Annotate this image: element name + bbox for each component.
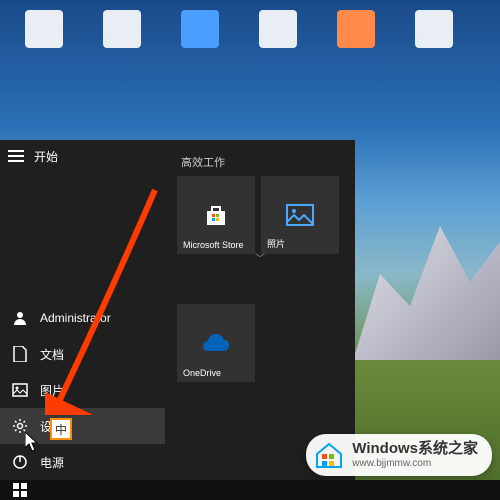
tile-microsoft-store[interactable]: Microsoft Store: [177, 176, 255, 254]
pictures-label: 图片: [40, 382, 64, 399]
ime-text: 中: [55, 421, 67, 438]
watermark-logo-icon: [314, 440, 344, 470]
tile-photos[interactable]: 照片: [261, 176, 339, 254]
user-label: Administrator: [40, 311, 111, 325]
wallpaper-mountain: [350, 210, 500, 370]
power-icon: [12, 454, 28, 470]
photos-icon: [284, 199, 316, 231]
watermark-url: www.bjjmmw.com: [352, 458, 478, 469]
desktop-icon[interactable]: [20, 10, 68, 70]
ime-indicator[interactable]: 中: [50, 418, 72, 440]
sidebar-item-power[interactable]: 电源: [0, 444, 165, 480]
tile-onedrive[interactable]: OneDrive: [177, 304, 255, 382]
chevron-down-icon[interactable]: ﹀: [255, 250, 265, 265]
desktop-icon[interactable]: [254, 10, 302, 70]
power-label: 电源: [40, 454, 64, 471]
documents-label: 文档: [40, 346, 64, 363]
start-menu-tiles-area: 高效工作 Microsoft Store 照片 ﹀ OneDrive: [165, 140, 355, 480]
tile-label: 照片: [267, 237, 285, 250]
desktop-icons-row: [0, 0, 500, 140]
watermark-badge: Windows系统之家 www.bjjmmw.com: [306, 434, 492, 476]
tile-label: OneDrive: [183, 368, 221, 378]
sidebar-item-documents[interactable]: 文档: [0, 336, 165, 372]
watermark-title: Windows系统之家: [352, 441, 478, 458]
pictures-icon: [12, 382, 28, 398]
wallpaper-grass: [350, 360, 500, 500]
tile-group-title: 高效工作: [177, 148, 343, 176]
store-icon: [200, 199, 232, 231]
desktop-icon[interactable]: [176, 10, 224, 70]
document-icon: [12, 346, 28, 362]
desktop-icon[interactable]: [332, 10, 380, 70]
onedrive-icon: [200, 327, 232, 359]
sidebar-item-user[interactable]: Administrator: [0, 300, 165, 336]
taskbar: [0, 480, 500, 500]
windows-logo-icon: [13, 483, 27, 497]
start-menu-left-rail: Administrator 文档 图片 设置: [0, 140, 165, 480]
desktop-icon[interactable]: [410, 10, 458, 70]
start-button[interactable]: [0, 480, 40, 500]
tile-label: Microsoft Store: [183, 240, 244, 250]
sidebar-item-pictures[interactable]: 图片: [0, 372, 165, 408]
sidebar-item-settings[interactable]: 设置: [0, 408, 165, 444]
user-icon: [12, 310, 28, 326]
desktop-icon[interactable]: [98, 10, 146, 70]
gear-icon: [12, 418, 28, 434]
